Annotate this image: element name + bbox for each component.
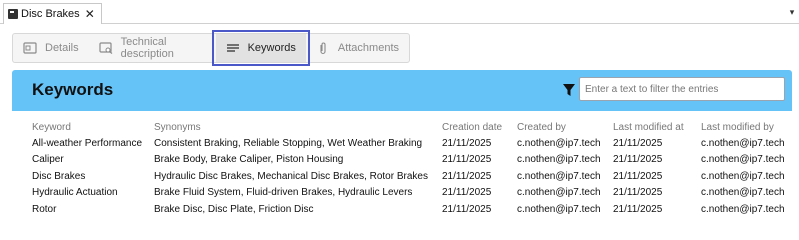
tab-attachments-label: Attachments (337, 42, 399, 54)
table-row[interactable]: Caliper Brake Body, Brake Caliper, Pisto… (32, 152, 791, 169)
cell-last-modified-by: c.nothen@ip7.tech (701, 154, 785, 166)
close-icon[interactable]: ✕ (85, 8, 95, 20)
lines-icon (226, 42, 240, 54)
document-tab-title: Disc Brakes (21, 8, 80, 20)
tab-technical-description-label: Technical description (120, 36, 174, 60)
cell-creation-date: 21/11/2025 (442, 170, 492, 182)
table-row[interactable]: All-weather Performance Consistent Braki… (32, 135, 791, 152)
tab-keywords-label: Keywords (247, 42, 296, 54)
cell-keyword: Caliper (32, 154, 64, 166)
document-tab-strip: Disc Brakes ✕ ▾ (0, 0, 799, 24)
cell-created-by: c.nothen@ip7.tech (517, 187, 601, 199)
panel-header: Keywords (12, 70, 792, 111)
cell-keyword: Hydraulic Actuation (32, 187, 118, 199)
keywords-table: Keyword Synonyms Creation date Created b… (32, 120, 791, 218)
cell-synonyms: Brake Body, Brake Caliper, Piston Housin… (154, 154, 344, 166)
cell-last-modified-by: c.nothen@ip7.tech (701, 203, 785, 215)
cell-last-modified-by: c.nothen@ip7.tech (701, 187, 785, 199)
column-header-keyword[interactable]: Keyword (32, 120, 154, 135)
cell-created-by: c.nothen@ip7.tech (517, 170, 601, 182)
table-header-row: Keyword Synonyms Creation date Created b… (32, 120, 791, 135)
column-header-creation-date[interactable]: Creation date (442, 120, 517, 135)
cell-creation-date: 21/11/2025 (442, 187, 492, 199)
filter-icon[interactable] (562, 83, 576, 97)
cell-creation-date: 21/11/2025 (442, 203, 492, 215)
column-header-synonyms[interactable]: Synonyms (154, 120, 442, 135)
column-header-last-modified-by[interactable]: Last modified by (701, 120, 791, 135)
cell-synonyms: Brake Fluid System, Fluid-driven Brakes,… (154, 187, 413, 199)
cell-keyword: Rotor (32, 203, 57, 215)
table-row[interactable]: Disc Brakes Hydraulic Disc Brakes, Mecha… (32, 168, 791, 185)
details-icon (23, 42, 37, 54)
paperclip-icon (316, 42, 330, 54)
cell-keyword: All-weather Performance (32, 137, 143, 149)
table-row[interactable]: Rotor Brake Disc, Disc Plate, Friction D… (32, 201, 791, 218)
cell-created-by: c.nothen@ip7.tech (517, 137, 601, 149)
overflow-dropdown-icon[interactable]: ▾ (787, 7, 797, 17)
keywords-panel: Keywords Keyword Synonyms Creation date … (12, 70, 792, 225)
cell-last-modified-by: c.nothen@ip7.tech (701, 170, 785, 182)
cell-last-modified-at: 21/11/2025 (613, 187, 663, 199)
cell-synonyms: Brake Disc, Disc Plate, Friction Disc (154, 203, 314, 215)
document-icon (8, 9, 18, 19)
document-tab[interactable]: Disc Brakes ✕ (3, 3, 102, 24)
cell-synonyms: Consistent Braking, Reliable Stopping, W… (154, 137, 423, 149)
panel-title: Keywords (32, 80, 114, 99)
column-header-last-modified-at[interactable]: Last modified at (613, 120, 701, 135)
tab-details-label: Details (45, 42, 79, 54)
cell-last-modified-at: 21/11/2025 (613, 203, 663, 215)
cell-created-by: c.nothen@ip7.tech (517, 154, 601, 166)
table-row[interactable]: Hydraulic Actuation Brake Fluid System, … (32, 185, 791, 202)
tab-keywords[interactable]: Keywords (211, 30, 310, 66)
column-header-created-by[interactable]: Created by (517, 120, 613, 135)
cell-last-modified-at: 21/11/2025 (613, 137, 663, 149)
tab-details[interactable]: Details (13, 34, 89, 62)
cell-creation-date: 21/11/2025 (442, 137, 492, 149)
cell-last-modified-at: 21/11/2025 (613, 154, 663, 166)
cell-last-modified-by: c.nothen@ip7.tech (701, 137, 785, 149)
cell-creation-date: 21/11/2025 (442, 154, 492, 166)
tab-attachments[interactable]: Attachments (306, 34, 409, 62)
filter-input[interactable] (579, 77, 785, 101)
cell-synonyms: Hydraulic Disc Brakes, Mechanical Disc B… (154, 170, 428, 182)
tab-technical-description[interactable]: Technical description (89, 34, 216, 62)
technical-description-icon (99, 42, 113, 54)
cell-keyword: Disc Brakes (32, 170, 86, 182)
cell-last-modified-at: 21/11/2025 (613, 170, 663, 182)
cell-created-by: c.nothen@ip7.tech (517, 203, 601, 215)
subtab-bar: Details Technical description Keywords A… (12, 30, 410, 66)
